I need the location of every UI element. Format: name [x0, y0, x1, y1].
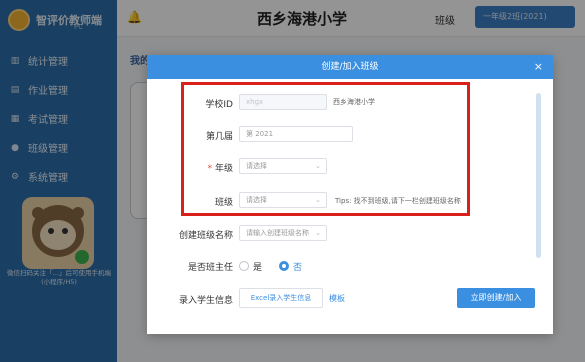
class-name-placeholder: 请输入创建班级名称 — [246, 229, 309, 237]
class-name-label: 创建班级名称 — [178, 231, 233, 241]
close-icon[interactable]: × — [534, 55, 543, 79]
template-link[interactable]: 模板 — [329, 293, 345, 304]
head-teacher-yes-label[interactable]: 是 — [253, 260, 262, 273]
head-teacher-no-radio[interactable] — [279, 261, 289, 271]
student-info-label: 录入学生信息 — [178, 296, 233, 306]
highlight-box — [181, 82, 470, 216]
head-teacher-no-label[interactable]: 否 — [293, 260, 302, 273]
chevron-down-icon: ⌄ — [315, 229, 321, 237]
head-teacher-label: 是否班主任 — [187, 263, 233, 273]
submit-button[interactable]: 立即创建/加入 — [457, 288, 535, 308]
dialog-scrollbar[interactable] — [536, 93, 541, 258]
dialog-header: 创建/加入班级 × — [147, 55, 553, 79]
class-name-input[interactable]: 请输入创建班级名称 ⌄ — [239, 225, 327, 241]
dialog-title: 创建/加入班级 — [321, 62, 379, 72]
excel-import-button[interactable]: Excel录入学生信息 — [239, 288, 323, 308]
head-teacher-yes-radio[interactable] — [239, 261, 249, 271]
